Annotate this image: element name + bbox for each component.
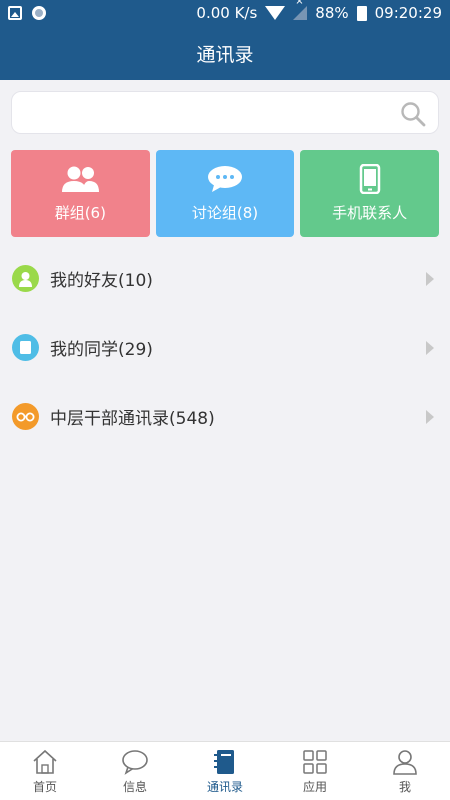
group-icon xyxy=(58,164,102,194)
phone-icon xyxy=(359,164,381,194)
clock: 09:20:29 xyxy=(374,4,442,22)
search-input[interactable] xyxy=(11,91,439,134)
page-title: 通讯录 xyxy=(196,43,254,66)
tile-groups[interactable]: 群组(6) xyxy=(11,150,150,237)
quick-tiles: 群组(6) 讨论组(8) 手机联系人 xyxy=(11,150,440,237)
battery-icon xyxy=(356,5,367,21)
user-icon xyxy=(393,750,417,775)
tab-contacts[interactable]: 通讯录 xyxy=(180,742,270,800)
tab-me[interactable]: 我 xyxy=(360,742,450,800)
chat-bubble-icon xyxy=(206,164,244,194)
tab-me-label: 我 xyxy=(398,780,411,794)
tab-home-label: 首页 xyxy=(32,780,57,794)
list-item[interactable]: 中层干部通讯录(548) xyxy=(0,382,450,451)
chevron-right-icon xyxy=(426,409,434,424)
message-icon xyxy=(122,750,148,775)
list-item-label: 我的好友(10) xyxy=(50,271,153,291)
list-item-label: 我的同学(29) xyxy=(50,340,153,360)
tile-phone-contacts-label: 手机联系人 xyxy=(332,204,408,222)
app-header: 通讯录 xyxy=(0,26,450,80)
bottom-tab-bar: 首页 信息 通讯录 应用 我 xyxy=(0,741,450,800)
tile-groups-label: 群组(6) xyxy=(54,204,106,222)
search-icon[interactable] xyxy=(400,101,426,127)
tile-discussions[interactable]: 讨论组(8) xyxy=(155,150,295,237)
signal-icon xyxy=(293,0,308,20)
tab-contacts-label: 通讯录 xyxy=(206,780,243,794)
tab-messages[interactable]: 信息 xyxy=(90,742,180,800)
tile-discussions-label: 讨论组(8) xyxy=(191,204,259,222)
home-icon xyxy=(33,749,57,774)
network-speed: 0.00 K/s xyxy=(196,4,258,22)
battery-percent: 88% xyxy=(315,4,349,22)
classmate-icon xyxy=(12,334,39,361)
chevron-right-icon xyxy=(426,340,434,355)
status-bar: 0.00 K/s 88% 09:20:29 xyxy=(0,0,450,26)
tile-phone-contacts[interactable]: 手机联系人 xyxy=(300,150,440,237)
glasses-icon xyxy=(12,403,39,430)
wifi-icon xyxy=(265,6,286,20)
contacts-book-icon xyxy=(214,750,234,774)
tab-home[interactable]: 首页 xyxy=(0,742,90,800)
friend-icon xyxy=(12,265,39,292)
image-notification-icon xyxy=(8,6,22,20)
chevron-right-icon xyxy=(426,271,434,286)
apps-grid-icon xyxy=(303,750,327,774)
list-item[interactable]: 我的好友(10) xyxy=(0,244,450,313)
tab-apps-label: 应用 xyxy=(302,780,327,794)
list-item[interactable]: 我的同学(29) xyxy=(0,313,450,382)
tab-messages-label: 信息 xyxy=(122,780,147,794)
tab-apps[interactable]: 应用 xyxy=(270,742,360,800)
list-item-label: 中层干部通讯录(548) xyxy=(50,409,215,429)
record-notification-icon xyxy=(32,6,46,20)
contact-groups-list: 我的好友(10) 我的同学(29) 中层干部通讯录(548) xyxy=(0,244,450,451)
